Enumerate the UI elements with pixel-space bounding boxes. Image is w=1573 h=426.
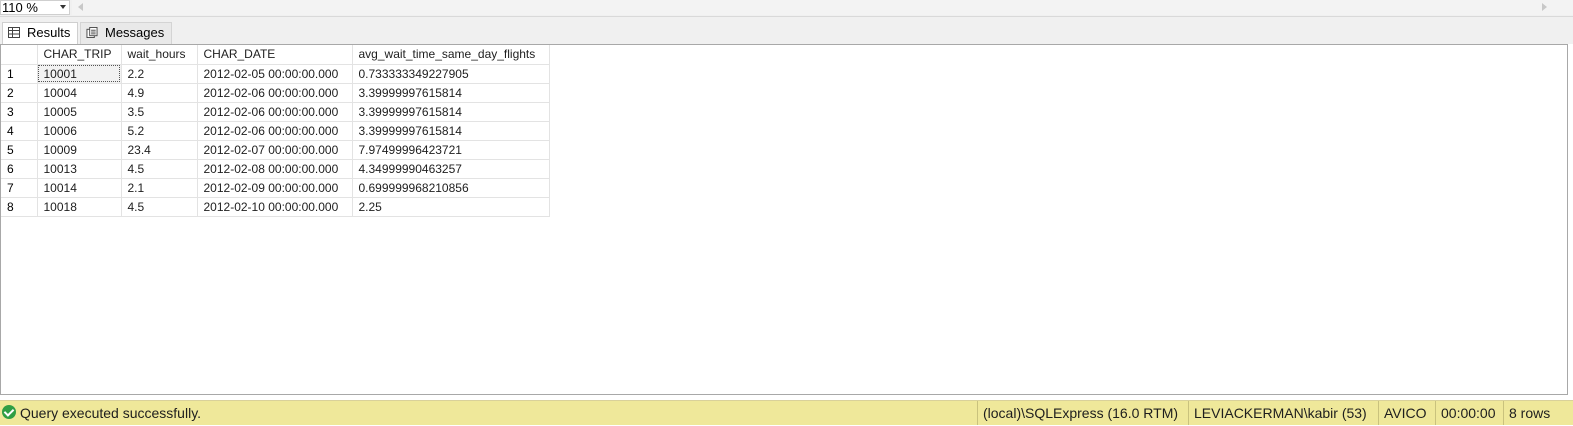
grid-icon: [8, 27, 20, 38]
cell-avg-wait[interactable]: 3.39999997615814: [352, 102, 550, 122]
cell-wait-hours[interactable]: 4.5: [121, 159, 198, 179]
cell-char-trip[interactable]: 10004: [37, 83, 122, 103]
cell-char-trip[interactable]: 10009: [37, 140, 122, 160]
scroll-right-arrow-icon[interactable]: [1542, 3, 1547, 11]
cell-char-trip[interactable]: 10018: [37, 197, 122, 217]
status-database: AVICO: [1378, 401, 1432, 425]
row-number[interactable]: 3: [1, 102, 38, 122]
cell-char-date[interactable]: 2012-02-06 00:00:00.000: [197, 121, 353, 141]
cell-char-date[interactable]: 2012-02-06 00:00:00.000: [197, 83, 353, 103]
zoom-dropdown[interactable]: 110 %: [0, 0, 70, 15]
tab-results-label: Results: [27, 25, 71, 40]
status-user: LEVIACKERMAN\kabir (53): [1188, 401, 1372, 425]
row-number[interactable]: 5: [1, 140, 38, 160]
table-row[interactable]: 3 10005 3.5 2012-02-06 00:00:00.000 3.39…: [1, 102, 550, 122]
cell-wait-hours[interactable]: 23.4: [121, 140, 198, 160]
cell-wait-hours[interactable]: 2.2: [121, 64, 198, 84]
table-row[interactable]: 1 10001 2.2 2012-02-05 00:00:00.000 0.73…: [1, 64, 550, 84]
cell-char-date[interactable]: 2012-02-08 00:00:00.000: [197, 159, 353, 179]
table-row[interactable]: 5 10009 23.4 2012-02-07 00:00:00.000 7.9…: [1, 140, 550, 160]
cell-wait-hours[interactable]: 2.1: [121, 178, 198, 198]
cell-wait-hours[interactable]: 3.5: [121, 102, 198, 122]
status-elapsed: 00:00:00: [1435, 401, 1501, 425]
results-table: CHAR_TRIP wait_hours CHAR_DATE avg_wait_…: [1, 45, 550, 217]
status-message: Query executed successfully.: [20, 405, 202, 421]
status-bar: Query executed successfully. (local)\SQL…: [0, 400, 1573, 425]
cell-avg-wait[interactable]: 2.25: [352, 197, 550, 217]
cell-char-trip[interactable]: 10001: [37, 64, 122, 84]
cell-char-date[interactable]: 2012-02-10 00:00:00.000: [197, 197, 353, 217]
cell-char-date[interactable]: 2012-02-07 00:00:00.000: [197, 140, 353, 160]
column-header-char-trip[interactable]: CHAR_TRIP: [37, 45, 122, 65]
cell-avg-wait[interactable]: 7.97499996423721: [352, 140, 550, 160]
status-server: (local)\SQLExpress (16.0 RTM): [977, 401, 1183, 425]
scroll-left-arrow-icon[interactable]: [78, 3, 83, 11]
grid-corner[interactable]: [1, 45, 38, 65]
row-number[interactable]: 4: [1, 121, 38, 141]
horizontal-scrollbar[interactable]: [72, 0, 1573, 15]
tab-messages-label: Messages: [105, 25, 165, 40]
cell-char-date[interactable]: 2012-02-05 00:00:00.000: [197, 64, 353, 84]
cell-char-trip[interactable]: 10005: [37, 102, 122, 122]
table-row[interactable]: 6 10013 4.5 2012-02-08 00:00:00.000 4.34…: [1, 159, 550, 179]
column-header-wait-hours[interactable]: wait_hours: [121, 45, 198, 65]
cell-wait-hours[interactable]: 5.2: [121, 121, 198, 141]
results-grid[interactable]: CHAR_TRIP wait_hours CHAR_DATE avg_wait_…: [0, 44, 1568, 395]
cell-wait-hours[interactable]: 4.9: [121, 83, 198, 103]
cell-avg-wait[interactable]: 4.34999990463257: [352, 159, 550, 179]
table-row[interactable]: 4 10006 5.2 2012-02-06 00:00:00.000 3.39…: [1, 121, 550, 141]
row-number[interactable]: 1: [1, 64, 38, 84]
cell-char-trip[interactable]: 10014: [37, 178, 122, 198]
status-row-count: 8 rows: [1503, 401, 1555, 425]
cell-avg-wait[interactable]: 3.39999997615814: [352, 83, 550, 103]
cell-char-trip[interactable]: 10006: [37, 121, 122, 141]
table-row[interactable]: 7 10014 2.1 2012-02-09 00:00:00.000 0.69…: [1, 178, 550, 198]
table-row[interactable]: 8 10018 4.5 2012-02-10 00:00:00.000 2.25: [1, 197, 550, 217]
cell-avg-wait[interactable]: 0.699999968210856: [352, 178, 550, 198]
row-number[interactable]: 2: [1, 83, 38, 103]
column-header-char-date[interactable]: CHAR_DATE: [197, 45, 353, 65]
cell-avg-wait[interactable]: 3.39999997615814: [352, 121, 550, 141]
cell-avg-wait[interactable]: 0.733333349227905: [352, 64, 550, 84]
chevron-down-icon[interactable]: [60, 5, 66, 9]
cell-char-date[interactable]: 2012-02-09 00:00:00.000: [197, 178, 353, 198]
cell-char-date[interactable]: 2012-02-06 00:00:00.000: [197, 102, 353, 122]
column-header-avg-wait[interactable]: avg_wait_time_same_day_flights: [352, 45, 550, 65]
zoom-value: 110 %: [2, 0, 38, 15]
tab-results[interactable]: Results: [2, 22, 78, 44]
cell-wait-hours[interactable]: 4.5: [121, 197, 198, 217]
cell-char-trip[interactable]: 10013: [37, 159, 122, 179]
messages-icon: [86, 27, 98, 38]
top-strip: 110 %: [0, 0, 1573, 17]
row-number[interactable]: 7: [1, 178, 38, 198]
row-number[interactable]: 6: [1, 159, 38, 179]
success-check-icon: [2, 405, 16, 419]
header-row: CHAR_TRIP wait_hours CHAR_DATE avg_wait_…: [1, 45, 550, 65]
results-tab-strip: Results Messages: [0, 17, 1573, 44]
tab-messages[interactable]: Messages: [80, 22, 172, 44]
table-row[interactable]: 2 10004 4.9 2012-02-06 00:00:00.000 3.39…: [1, 83, 550, 103]
row-number[interactable]: 8: [1, 197, 38, 217]
